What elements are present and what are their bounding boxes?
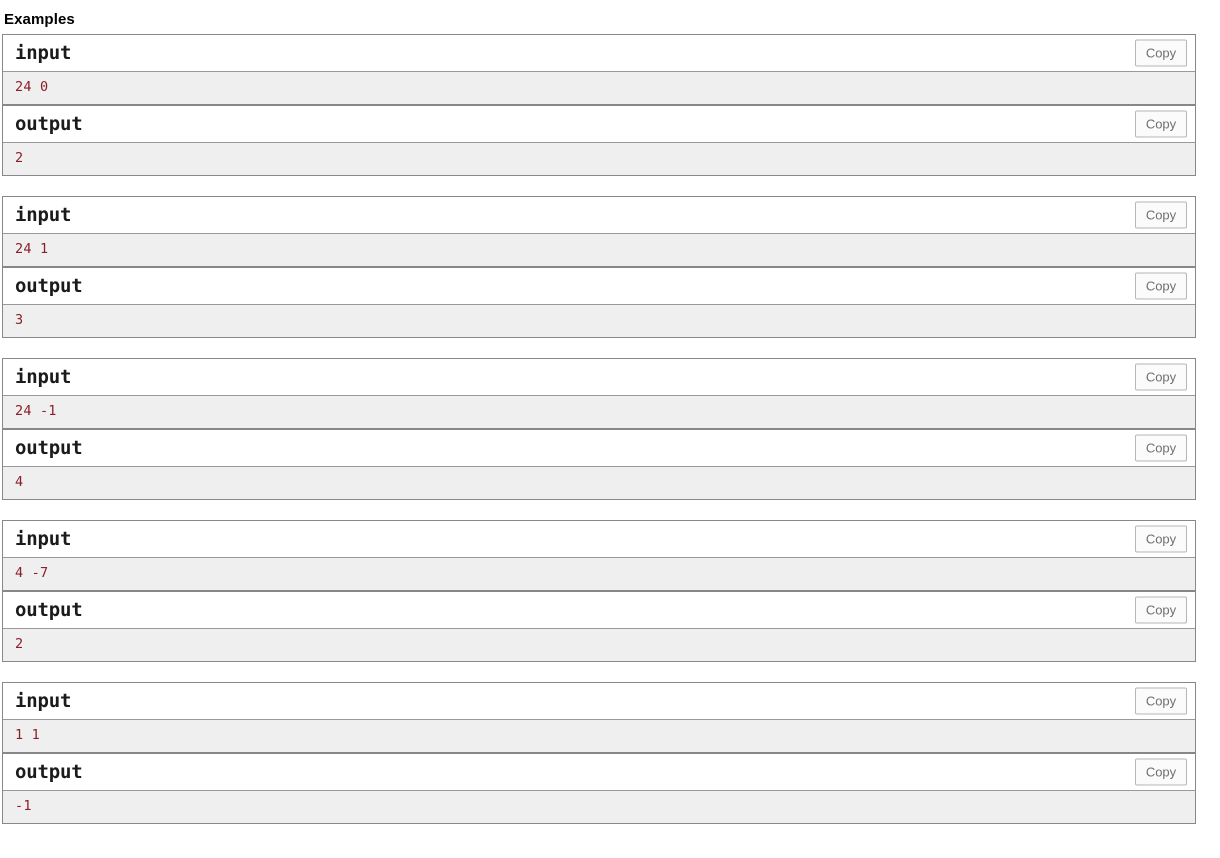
input-header: input Copy [3, 521, 1195, 557]
input-label: input [15, 41, 72, 64]
copy-input-button[interactable]: Copy [1135, 39, 1187, 67]
input-header: input Copy [3, 683, 1195, 719]
output-data[interactable]: -1 [3, 790, 1195, 823]
copy-input-button[interactable]: Copy [1135, 363, 1187, 391]
copy-input-button[interactable]: Copy [1135, 201, 1187, 229]
output-data-text: 3 [15, 312, 24, 328]
output-label: output [15, 436, 83, 459]
input-data-text: 24 0 [15, 79, 49, 95]
sample-test: input Copy 24 1 output Copy 3 [2, 196, 1196, 338]
output-header: output Copy [3, 268, 1195, 304]
output-data-text: 2 [15, 150, 24, 166]
output-label: output [15, 760, 83, 783]
output-label: output [15, 274, 83, 297]
input-data-text: 1 1 [15, 727, 40, 743]
copy-input-button[interactable]: Copy [1135, 687, 1187, 715]
output-data-text: 2 [15, 636, 24, 652]
copy-input-button[interactable]: Copy [1135, 525, 1187, 553]
input-data-text: 24 -1 [15, 403, 57, 419]
sample-test: input Copy 24 0 output Copy 2 [2, 34, 1196, 176]
output-data[interactable]: 3 [3, 304, 1195, 337]
copy-output-button[interactable]: Copy [1135, 434, 1187, 462]
sample-test: input Copy 4 -7 output Copy 2 [2, 520, 1196, 662]
input-data-text: 4 -7 [15, 565, 49, 581]
input-data[interactable]: 1 1 [3, 719, 1195, 754]
output-header: output Copy [3, 592, 1195, 628]
input-header: input Copy [3, 359, 1195, 395]
input-header: input Copy [3, 197, 1195, 233]
copy-output-button[interactable]: Copy [1135, 272, 1187, 300]
input-label: input [15, 689, 72, 712]
output-data[interactable]: 2 [3, 628, 1195, 661]
input-label: input [15, 365, 72, 388]
output-data-text: -1 [15, 798, 32, 814]
examples-list: input Copy 24 0 output Copy 2 input Copy… [0, 34, 1220, 824]
input-label: input [15, 527, 72, 550]
output-label: output [15, 598, 83, 621]
examples-page: Examples input Copy 24 0 output Copy 2 i… [0, 11, 1220, 858]
copy-output-button[interactable]: Copy [1135, 758, 1187, 786]
sample-test: input Copy 1 1 output Copy -1 [2, 682, 1196, 824]
output-header: output Copy [3, 106, 1195, 142]
input-data-text: 24 1 [15, 241, 49, 257]
sample-test: input Copy 24 -1 output Copy 4 [2, 358, 1196, 500]
input-label: input [15, 203, 72, 226]
input-data[interactable]: 24 0 [3, 71, 1195, 106]
copy-output-button[interactable]: Copy [1135, 110, 1187, 138]
input-data[interactable]: 24 -1 [3, 395, 1195, 430]
input-data[interactable]: 4 -7 [3, 557, 1195, 592]
output-header: output Copy [3, 430, 1195, 466]
output-data-text: 4 [15, 474, 24, 490]
output-data[interactable]: 2 [3, 142, 1195, 175]
copy-output-button[interactable]: Copy [1135, 596, 1187, 624]
output-header: output Copy [3, 754, 1195, 790]
input-data[interactable]: 24 1 [3, 233, 1195, 268]
output-label: output [15, 112, 83, 135]
input-header: input Copy [3, 35, 1195, 71]
output-data[interactable]: 4 [3, 466, 1195, 499]
page-title: Examples [4, 11, 75, 28]
